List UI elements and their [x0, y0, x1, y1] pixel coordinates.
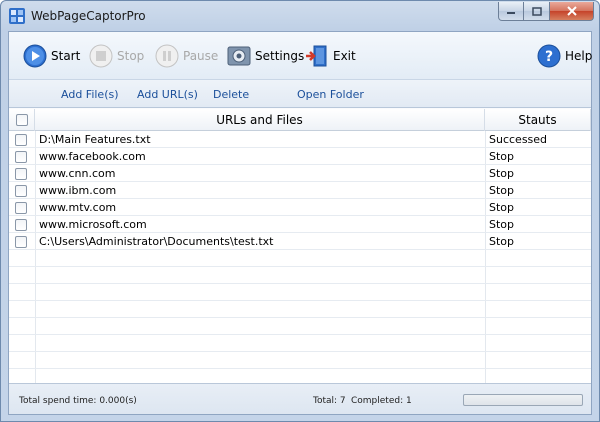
- maximize-button[interactable]: [524, 2, 550, 21]
- completed-count-text: Completed: 1: [351, 396, 412, 406]
- stop-icon: [89, 44, 113, 68]
- close-button[interactable]: [550, 2, 594, 21]
- close-icon: [566, 6, 577, 16]
- table-row[interactable]: www.cnn.com Stop: [9, 165, 591, 182]
- row-status: Stop: [489, 235, 515, 248]
- settings-button[interactable]: Settings: [227, 42, 304, 70]
- start-label: Start: [51, 49, 81, 63]
- empty-row: [9, 335, 591, 352]
- pause-button[interactable]: Pause: [155, 42, 218, 70]
- settings-gear-icon: [227, 46, 251, 66]
- table-row[interactable]: www.mtv.com Stop: [9, 199, 591, 216]
- exit-button[interactable]: Exit: [305, 42, 356, 70]
- row-status: Stop: [489, 184, 515, 197]
- table-row[interactable]: www.microsoft.com Stop: [9, 216, 591, 233]
- status-bar: Total spend time: 0.000(s) Total: 7 Comp…: [9, 383, 591, 414]
- column-header-urls[interactable]: URLs and Files: [35, 109, 485, 131]
- row-item: www.ibm.com: [39, 184, 117, 197]
- app-window: WebPageCaptorPro Start Stop Pause Settin…: [0, 0, 600, 422]
- row-status: Stop: [489, 218, 515, 231]
- title-bar[interactable]: WebPageCaptorPro: [1, 1, 599, 31]
- row-item: C:\Users\Administrator\Documents\test.tx…: [39, 235, 274, 248]
- help-button[interactable]: ? Help: [537, 42, 592, 70]
- empty-row: [9, 301, 591, 318]
- empty-row: [9, 250, 591, 267]
- play-icon: [23, 44, 47, 68]
- row-checkbox[interactable]: [15, 167, 27, 180]
- row-item: D:\Main Features.txt: [39, 133, 151, 146]
- add-files-link[interactable]: Add File(s): [61, 88, 119, 101]
- row-status: Stop: [489, 167, 515, 180]
- pause-icon: [155, 44, 179, 68]
- url-file-table: URLs and Files Stauts D:\Main Features.t…: [9, 109, 591, 383]
- row-status: Stop: [489, 150, 515, 163]
- row-item: www.facebook.com: [39, 150, 146, 163]
- help-icon: ?: [537, 44, 561, 68]
- spend-time-text: Total spend time: 0.000(s): [19, 396, 137, 406]
- table-row[interactable]: C:\Users\Administrator\Documents\test.tx…: [9, 233, 591, 250]
- row-checkbox[interactable]: [15, 150, 27, 163]
- minimize-icon: [507, 12, 515, 14]
- svg-text:?: ?: [545, 49, 553, 65]
- row-checkbox[interactable]: [15, 184, 27, 197]
- exit-label: Exit: [333, 49, 356, 63]
- window-title: WebPageCaptorPro: [31, 9, 146, 23]
- open-folder-link[interactable]: Open Folder: [297, 88, 364, 101]
- table-header: URLs and Files Stauts: [9, 109, 591, 131]
- row-checkbox[interactable]: [15, 235, 27, 248]
- add-urls-link[interactable]: Add URL(s): [137, 88, 198, 101]
- progress-bar: [463, 394, 583, 406]
- row-status: Stop: [489, 201, 515, 214]
- row-checkbox[interactable]: [15, 133, 27, 146]
- main-panel: Start Stop Pause Settings Exit ? Help Ad…: [8, 31, 592, 415]
- minimize-button[interactable]: [498, 2, 524, 21]
- table-row[interactable]: www.facebook.com Stop: [9, 148, 591, 165]
- empty-row: [9, 267, 591, 284]
- empty-row: [9, 352, 591, 369]
- start-button[interactable]: Start: [23, 42, 80, 70]
- help-label: Help: [565, 49, 593, 63]
- row-checkbox[interactable]: [15, 201, 27, 214]
- app-logo-icon: [9, 8, 25, 24]
- stop-button[interactable]: Stop: [89, 42, 144, 70]
- action-bar: Add File(s) Add URL(s) Delete Open Folde…: [9, 80, 591, 108]
- exit-door-icon: [306, 45, 327, 67]
- maximize-icon: [531, 6, 542, 16]
- stop-label: Stop: [117, 49, 145, 63]
- empty-row: [9, 284, 591, 301]
- table-row[interactable]: www.ibm.com Stop: [9, 182, 591, 199]
- table-row[interactable]: D:\Main Features.txt Successed: [9, 131, 591, 148]
- settings-label: Settings: [255, 49, 305, 63]
- total-count-text: Total: 7: [313, 396, 346, 406]
- toolbar: Start Stop Pause Settings Exit ? Help: [9, 32, 592, 80]
- row-item: www.cnn.com: [39, 167, 116, 180]
- row-checkbox[interactable]: [15, 218, 27, 231]
- delete-link[interactable]: Delete: [213, 88, 249, 101]
- select-all-checkbox[interactable]: [15, 114, 28, 126]
- row-item: www.microsoft.com: [39, 218, 147, 231]
- pause-label: Pause: [183, 49, 219, 63]
- row-item: www.mtv.com: [39, 201, 117, 214]
- row-status: Successed: [489, 133, 548, 146]
- empty-row: [9, 318, 591, 335]
- select-all-cell: [9, 109, 35, 131]
- column-header-status[interactable]: Stauts: [485, 109, 591, 131]
